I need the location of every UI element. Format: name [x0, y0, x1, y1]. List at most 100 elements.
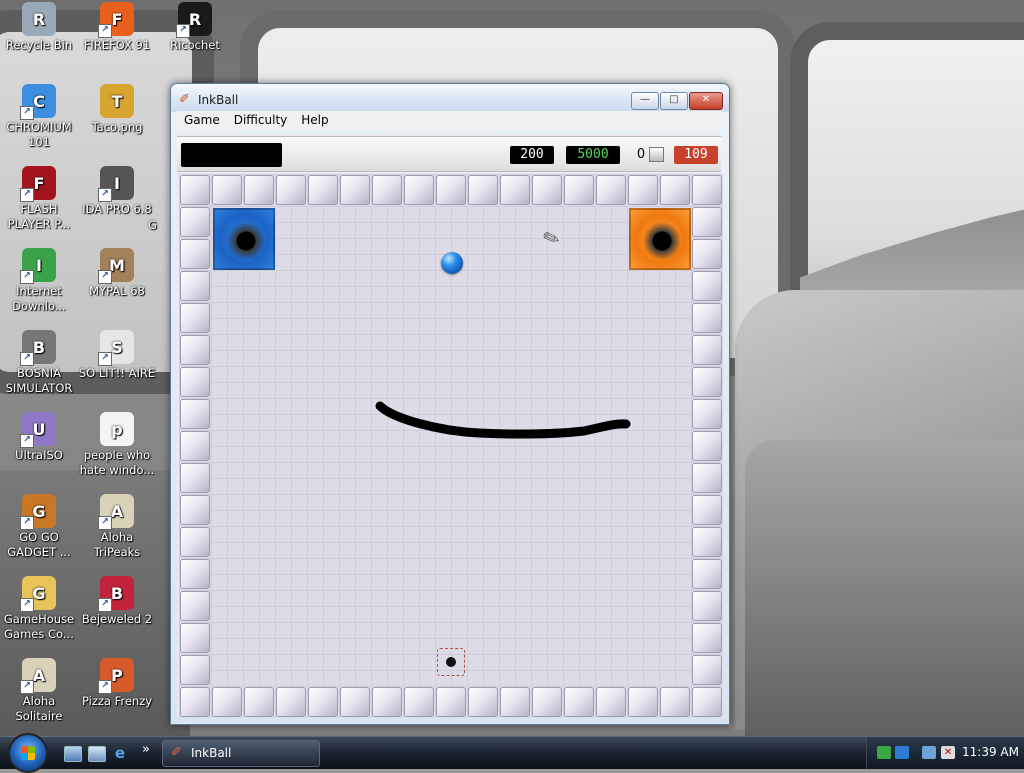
- mypal-icon: M ↗: [98, 248, 134, 284]
- bejeweled-icon: B ↗: [98, 576, 134, 612]
- shortcut-arrow-icon: ↗: [98, 516, 112, 530]
- menu-bar: Game Difficulty Help: [177, 111, 721, 131]
- desktop-icon-label: GO GO GADGET ...: [7, 530, 71, 559]
- flash-player-icon: F ↗: [20, 166, 56, 202]
- desktop-icon-label: BOSNIA SIMULATOR: [5, 366, 73, 395]
- maximize-button[interactable]: □: [660, 92, 688, 110]
- desktop-icon-internet-download[interactable]: I ↗ Internet Downlo...: [0, 248, 78, 314]
- shortcut-arrow-icon: ↗: [20, 188, 34, 202]
- time-remaining: 109: [674, 146, 718, 164]
- desktop-icon-label: people who hate windo...: [79, 448, 155, 477]
- aloha-solitaire-icon: A ↗: [20, 658, 56, 694]
- desktop-icon-folder[interactable]: G ↗ GameHouse Games Co...: [0, 576, 78, 642]
- menu-difficulty[interactable]: Difficulty: [227, 111, 295, 129]
- desktop-icon-pizza[interactable]: P ↗ Pizza Frenzy: [78, 658, 156, 709]
- desktop-icon-flash-player[interactable]: F ↗ FLASH PLAYER P...: [0, 166, 78, 232]
- display-icon[interactable]: [922, 746, 936, 759]
- desktop-icon-label: IDA PRO 6.8: [82, 202, 152, 216]
- window-title: InkBall: [198, 93, 239, 107]
- shortcut-arrow-icon: ↗: [98, 352, 112, 366]
- desktop-icon-label: Recycle Bin: [5, 38, 73, 52]
- desktop-icon-label: Aloha TriPeaks: [93, 530, 141, 559]
- game-client-area: 200 5000 0 109 ✎: [177, 134, 723, 718]
- shortcut-arrow-icon: ↗: [98, 680, 112, 694]
- volume-muted-icon[interactable]: ✕: [941, 746, 955, 759]
- text-document-icon: p: [100, 412, 134, 446]
- game-status-bar: 200 5000 0 109: [177, 136, 721, 172]
- shortcut-arrow-icon: ↗: [176, 24, 190, 38]
- show-desktop-icon[interactable]: [64, 746, 82, 762]
- desktop-icon-chromium[interactable]: C ↗ CHROMIUM 101: [0, 84, 78, 150]
- desktop-icon-label: Aloha Solitaire: [15, 694, 63, 723]
- desktop-icon-mypal[interactable]: M ↗ MYPAL 68: [78, 248, 156, 299]
- desktop-icon-label: Bejeweled 2: [81, 612, 153, 626]
- taskbar: e » ✐ InkBall ✕ 11:39 AM: [0, 733, 1024, 773]
- desktop-icon-label: CHROMIUM 101: [6, 120, 72, 149]
- shortcut-arrow-icon: ↗: [20, 434, 34, 448]
- desktop-icon-briefcase[interactable]: G ↗ GO GO GADGET ...: [0, 494, 78, 560]
- desktop-icon-label: Ricochet: [170, 38, 220, 52]
- desktop-icon-label: FLASH PLAYER P...: [7, 202, 71, 231]
- switch-windows-icon[interactable]: [88, 746, 106, 762]
- desktop-icon-aloha-tripeaks[interactable]: A ↗ Aloha TriPeaks: [78, 494, 156, 560]
- taskbar-button-inkball[interactable]: ✐ InkBall: [162, 740, 320, 767]
- close-button[interactable]: ✕: [689, 92, 723, 110]
- current-score: 200: [510, 146, 554, 164]
- ball-queue-icon: [649, 147, 664, 162]
- menu-game[interactable]: Game: [177, 111, 227, 129]
- wallpaper-seat-lower: [745, 440, 1024, 736]
- window-titlebar[interactable]: ✐ InkBall — □ ✕: [171, 84, 729, 112]
- game-board[interactable]: ✎: [179, 174, 723, 718]
- briefcase-icon: G ↗: [20, 494, 56, 530]
- shortcut-arrow-icon: ↗: [20, 598, 34, 612]
- menu-help[interactable]: Help: [294, 111, 335, 129]
- ink-meter: [181, 143, 282, 167]
- ricochet-icon: R ↗: [176, 2, 212, 38]
- aloha-tripeaks-icon: A ↗: [98, 494, 134, 530]
- desktop-icon-ricochet[interactable]: R ↗ Ricochet: [156, 2, 234, 53]
- quick-launch-overflow[interactable]: »: [142, 742, 152, 757]
- shortcut-arrow-icon: ↗: [98, 270, 112, 284]
- desktop-icon-text-document[interactable]: p people who hate windo...: [78, 412, 156, 478]
- inkball-window: ✐ InkBall — □ ✕ Game Difficulty Help 200 5…: [170, 83, 730, 725]
- shortcut-arrow-icon: ↗: [20, 680, 34, 694]
- desktop-icon-firefox[interactable]: F ↗ FIREFOX 91: [78, 2, 156, 53]
- desktop-icon-ultraiso[interactable]: U ↗ UltraISO: [0, 412, 78, 463]
- ultraiso-icon: U ↗: [20, 412, 56, 448]
- desktop-icon-taco-image[interactable]: T Taco.png: [78, 84, 156, 135]
- network-sharing-icon[interactable]: [877, 746, 891, 759]
- desktop-icon-aloha-solitaire[interactable]: A ↗ Aloha Solitaire: [0, 658, 78, 724]
- desktop-icon-label: GameHouse Games Co...: [3, 612, 75, 641]
- shortcut-arrow-icon: ↗: [98, 598, 112, 612]
- desktop-icon-recycle-bin[interactable]: R Recycle Bin: [0, 2, 78, 53]
- minimize-button[interactable]: —: [631, 92, 659, 110]
- desktop-icon-so-lit-aire[interactable]: S ↗ SO LIT!! AIRE: [78, 330, 156, 381]
- pizza-icon: P ↗: [98, 658, 134, 694]
- shortcut-arrow-icon: ↗: [20, 516, 34, 530]
- desktop-icon-label: SO LIT!! AIRE: [78, 366, 156, 380]
- shortcut-arrow-icon: ↗: [20, 106, 34, 120]
- network-status-icon[interactable]: [895, 746, 909, 759]
- taco-image-icon: T: [100, 84, 134, 118]
- taskbar-clock[interactable]: 11:39 AM: [962, 745, 1019, 759]
- desktop-icon-label: Taco.png: [91, 120, 143, 134]
- desktop-icon-label: FIREFOX 91: [83, 38, 151, 52]
- desktop-icon-label: Pizza Frenzy: [81, 694, 153, 708]
- so-lit-aire-icon: S ↗: [98, 330, 134, 366]
- start-button[interactable]: [8, 733, 48, 773]
- desktop-icon-label: MYPAL 68: [89, 284, 145, 298]
- shortcut-arrow-icon: ↗: [98, 188, 112, 202]
- shortcut-arrow-icon: ↗: [98, 24, 112, 38]
- desktop-icon-ida-pro[interactable]: I ↗ IDA PRO 6.8: [78, 166, 156, 217]
- desktop-icon-bejeweled[interactable]: B ↗ Bejeweled 2: [78, 576, 156, 627]
- desktop-icon-partial-label: G: [148, 218, 157, 232]
- internet-explorer-icon[interactable]: e: [112, 746, 128, 761]
- folder-icon: G ↗: [20, 576, 56, 612]
- desktop-icon-label: Internet Downlo...: [12, 284, 66, 313]
- ball-count: 0: [636, 147, 646, 162]
- chromium-icon: C ↗: [20, 84, 56, 120]
- internet-download-icon: I ↗: [20, 248, 56, 284]
- desktop-icon-bosnia-simulator[interactable]: B ↗ BOSNIA SIMULATOR: [0, 330, 78, 396]
- taskbar-button-label: InkBall: [191, 746, 232, 760]
- shortcut-arrow-icon: ↗: [20, 352, 34, 366]
